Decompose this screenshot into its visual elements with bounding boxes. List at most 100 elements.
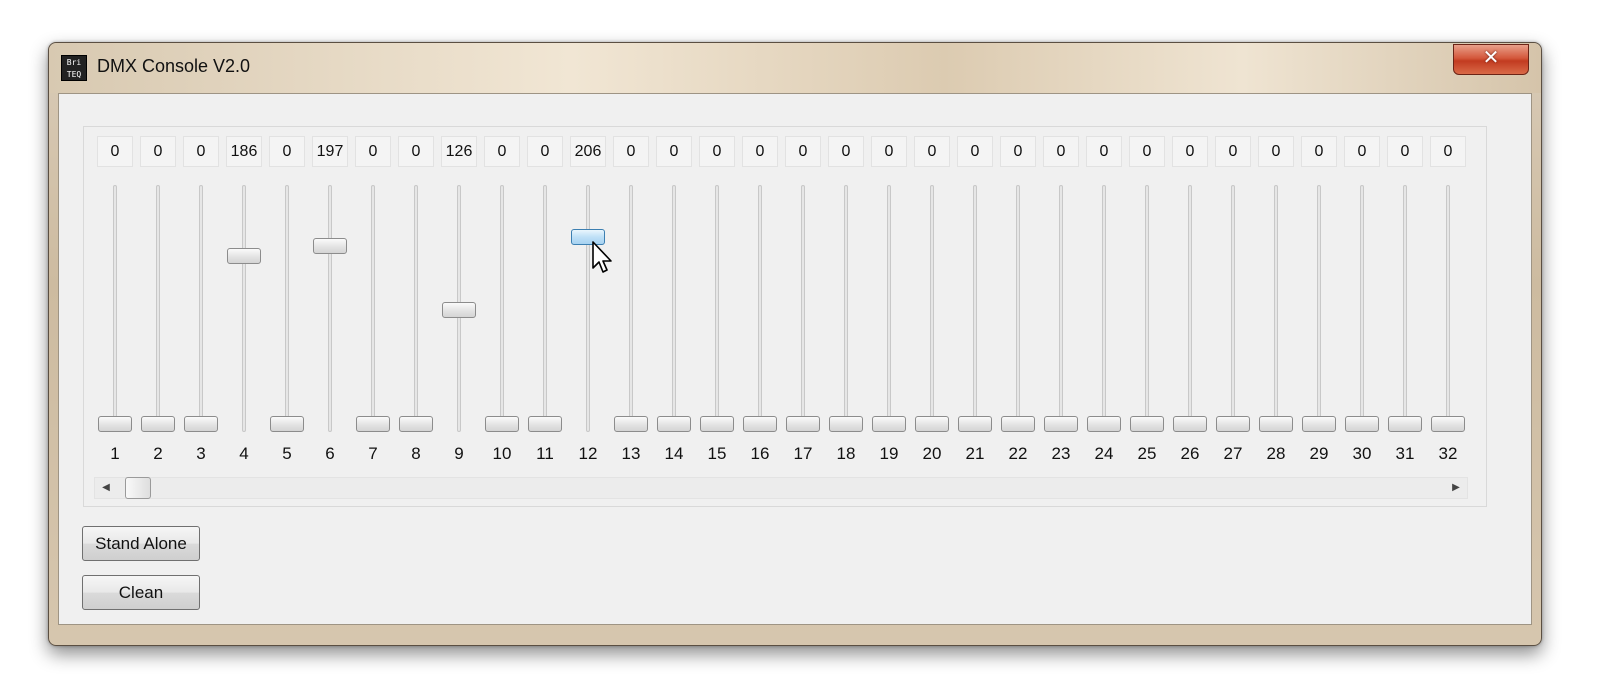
fader-thumb[interactable] (1001, 416, 1035, 432)
channel-value-field[interactable]: 206 (570, 136, 606, 167)
fader-track[interactable] (199, 185, 203, 432)
fader-track[interactable] (801, 185, 805, 432)
fader-track[interactable] (1145, 185, 1149, 432)
channel-value-field[interactable]: 0 (1344, 136, 1380, 167)
fader-track[interactable] (844, 185, 848, 432)
channel-value-field[interactable]: 0 (742, 136, 778, 167)
channel-value-field[interactable]: 0 (1430, 136, 1466, 167)
fader-thumb[interactable] (829, 416, 863, 432)
fader-thumb[interactable] (915, 416, 949, 432)
fader-track[interactable] (371, 185, 375, 432)
scroll-right-icon[interactable]: ▶ (1447, 479, 1465, 497)
fader-track[interactable] (973, 185, 977, 432)
channel-value-field[interactable]: 197 (312, 136, 348, 167)
channel-value-field[interactable]: 0 (1215, 136, 1251, 167)
fader-track[interactable] (285, 185, 289, 432)
fader-thumb[interactable] (399, 416, 433, 432)
fader-thumb[interactable] (528, 416, 562, 432)
fader-thumb[interactable] (356, 416, 390, 432)
fader-thumb[interactable] (786, 416, 820, 432)
fader-track[interactable] (1231, 185, 1235, 432)
scrollbar-thumb[interactable] (125, 477, 151, 499)
fader-track[interactable] (1188, 185, 1192, 432)
fader-thumb[interactable] (872, 416, 906, 432)
channel-value-field[interactable]: 0 (871, 136, 907, 167)
channel-value-field[interactable]: 0 (1172, 136, 1208, 167)
channel-value-field[interactable]: 126 (441, 136, 477, 167)
channel-value-field[interactable]: 0 (527, 136, 563, 167)
close-button[interactable]: ✕ (1453, 44, 1529, 75)
channel-value-field[interactable]: 186 (226, 136, 262, 167)
horizontal-scrollbar[interactable]: ◀ ▶ (94, 477, 1468, 499)
fader-track[interactable] (1102, 185, 1106, 432)
fader-track[interactable] (500, 185, 504, 432)
channel-value-field[interactable]: 0 (355, 136, 391, 167)
fader-track[interactable] (113, 185, 117, 432)
channel-value-field[interactable]: 0 (613, 136, 649, 167)
fader-track[interactable] (672, 185, 676, 432)
fader-thumb[interactable] (1345, 416, 1379, 432)
fader-track[interactable] (1360, 185, 1364, 432)
channel-value-field[interactable]: 0 (269, 136, 305, 167)
fader-track[interactable] (1403, 185, 1407, 432)
fader-thumb[interactable] (1044, 416, 1078, 432)
fader-thumb[interactable] (1388, 416, 1422, 432)
fader-thumb[interactable] (700, 416, 734, 432)
fader-track[interactable] (629, 185, 633, 432)
fader-thumb[interactable] (614, 416, 648, 432)
fader-track[interactable] (1016, 185, 1020, 432)
fader-track[interactable] (242, 185, 246, 432)
clean-button[interactable]: Clean (82, 575, 200, 610)
fader-thumb[interactable] (958, 416, 992, 432)
channel-value-field[interactable]: 0 (1258, 136, 1294, 167)
channel-value-field[interactable]: 0 (97, 136, 133, 167)
fader-thumb[interactable] (485, 416, 519, 432)
fader-thumb[interactable] (1216, 416, 1250, 432)
fader-track[interactable] (328, 185, 332, 432)
fader-thumb[interactable] (98, 416, 132, 432)
fader-thumb[interactable] (184, 416, 218, 432)
fader-track[interactable] (930, 185, 934, 432)
channel-value-field[interactable]: 0 (1086, 136, 1122, 167)
fader-track[interactable] (414, 185, 418, 432)
stand-alone-button[interactable]: Stand Alone (82, 526, 200, 561)
channel-value-field[interactable]: 0 (1000, 136, 1036, 167)
fader-track[interactable] (543, 185, 547, 432)
fader-track[interactable] (1317, 185, 1321, 432)
fader-track[interactable] (1059, 185, 1063, 432)
fader-thumb[interactable] (1259, 416, 1293, 432)
fader-thumb[interactable] (743, 416, 777, 432)
fader-track[interactable] (887, 185, 891, 432)
channel-value-field[interactable]: 0 (699, 136, 735, 167)
fader-track[interactable] (758, 185, 762, 432)
fader-thumb[interactable] (141, 416, 175, 432)
channel-value-field[interactable]: 0 (1387, 136, 1423, 167)
channel-value-field[interactable]: 0 (484, 136, 520, 167)
channel-value-field[interactable]: 0 (914, 136, 950, 167)
fader-track[interactable] (1446, 185, 1450, 432)
channel-value-field[interactable]: 0 (183, 136, 219, 167)
channel-value-field[interactable]: 0 (398, 136, 434, 167)
fader-thumb[interactable] (270, 416, 304, 432)
channel-value-field[interactable]: 0 (957, 136, 993, 167)
channel-value-field[interactable]: 0 (1129, 136, 1165, 167)
fader-track[interactable] (156, 185, 160, 432)
fader-thumb[interactable] (442, 302, 476, 318)
fader-thumb[interactable] (657, 416, 691, 432)
fader-thumb[interactable] (227, 248, 261, 264)
channel-value-field[interactable]: 0 (140, 136, 176, 167)
fader-thumb[interactable] (313, 238, 347, 254)
channel-value-field[interactable]: 0 (785, 136, 821, 167)
scroll-left-icon[interactable]: ◀ (97, 479, 115, 497)
channel-value-field[interactable]: 0 (1301, 136, 1337, 167)
fader-track[interactable] (715, 185, 719, 432)
fader-track[interactable] (1274, 185, 1278, 432)
fader-thumb[interactable] (1173, 416, 1207, 432)
title-bar[interactable]: Bri TEQ DMX Console V2.0 ✕ (49, 43, 1541, 93)
fader-thumb[interactable] (1302, 416, 1336, 432)
fader-thumb[interactable] (1087, 416, 1121, 432)
channel-value-field[interactable]: 0 (1043, 136, 1079, 167)
fader-track[interactable] (586, 185, 590, 432)
fader-thumb[interactable] (1130, 416, 1164, 432)
channel-value-field[interactable]: 0 (656, 136, 692, 167)
